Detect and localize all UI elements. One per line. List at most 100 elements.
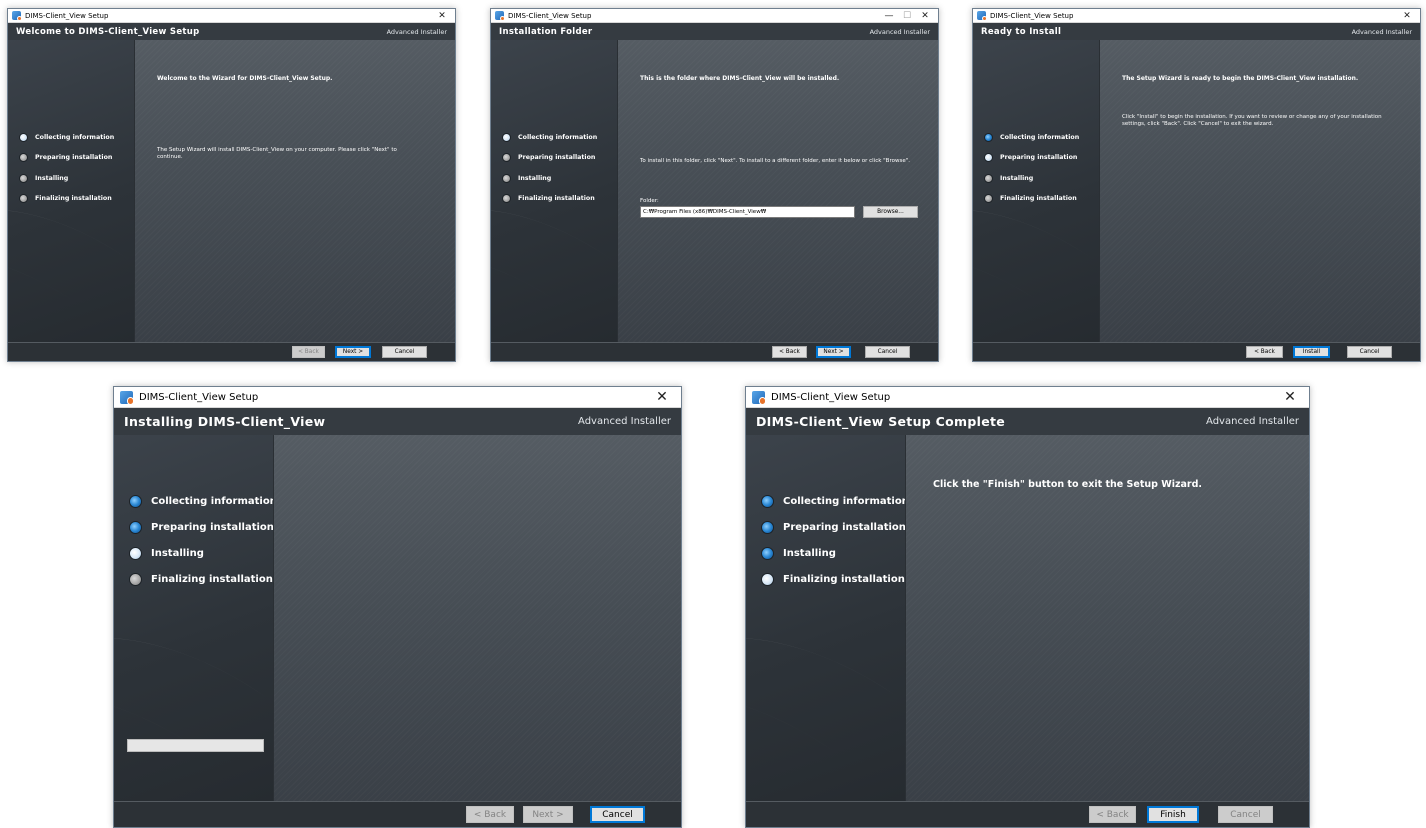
setup-window-ready-to-install: DIMS-Client_View Setup ✕ Ready to Instal… [972, 8, 1421, 362]
step-installing: Installing [8, 168, 134, 189]
step-status-icon [502, 153, 511, 163]
close-icon[interactable]: ✕ [1398, 11, 1416, 21]
title-bar[interactable]: DIMS-Client_View Setup ✕ [8, 9, 455, 23]
brand-label: Advanced Installer [578, 416, 671, 427]
button-bar: < Back Next > Cancel [491, 342, 938, 361]
ready-description: Click "Install" to begin the installatio… [1122, 114, 1382, 127]
cancel-button[interactable]: Cancel [1347, 346, 1392, 358]
step-collecting-information: Collecting information [8, 127, 134, 148]
title-bar[interactable]: DIMS-Client_View Setup — ☐ ✕ [491, 9, 938, 23]
step-status-icon [19, 173, 28, 183]
next-button[interactable]: Next > [816, 346, 851, 358]
wizard-content: This is the folder where DIMS-Client_Vie… [617, 40, 938, 342]
wizard-header: Ready to Install Advanced Installer [973, 23, 1420, 40]
install-button[interactable]: Install [1293, 346, 1330, 358]
step-preparing-installation: Preparing installation [491, 148, 617, 169]
installer-app-icon [120, 390, 134, 405]
step-installing: Installing [746, 540, 905, 566]
setup-window-complete: DIMS-Client_View Setup ✕ DIMS-Client_Vie… [745, 386, 1310, 828]
cancel-button[interactable]: Cancel [1218, 806, 1273, 823]
installer-app-icon [12, 11, 22, 21]
button-bar: < Back Next > Cancel [8, 342, 455, 361]
minimize-icon[interactable]: — [880, 11, 898, 21]
step-status-icon [984, 153, 993, 163]
install-progress-bar [127, 739, 264, 752]
window-title: DIMS-Client_View Setup [25, 11, 109, 20]
step-preparing-installation: Preparing installation [746, 514, 905, 540]
page-title: Installing DIMS-Client_View [124, 414, 326, 429]
close-icon[interactable]: ✕ [433, 11, 451, 21]
next-button[interactable]: Next > [523, 806, 573, 823]
step-status-icon [19, 153, 28, 163]
close-icon[interactable]: ✕ [649, 389, 675, 405]
welcome-description: The Setup Wizard will install DIMS-Clien… [157, 147, 397, 160]
wizard-header: Installing DIMS-Client_View Advanced Ins… [114, 408, 681, 435]
wizard-content: Click the "Finish" button to exit the Se… [905, 435, 1309, 801]
setup-window-installing: DIMS-Client_View Setup ✕ Installing DIMS… [113, 386, 682, 828]
setup-window-welcome: DIMS-Client_View Setup ✕ Welcome to DIMS… [7, 8, 456, 362]
step-installing: Installing [973, 168, 1099, 189]
wizard-header: DIMS-Client_View Setup Complete Advanced… [746, 408, 1309, 435]
cancel-button[interactable]: Cancel [865, 346, 910, 358]
step-finalizing-installation: Finalizing installation [491, 189, 617, 210]
step-status-icon [129, 520, 142, 534]
cancel-button[interactable]: Cancel [382, 346, 427, 358]
step-status-icon [761, 546, 774, 560]
button-bar: < Back Install Cancel [973, 342, 1420, 361]
browse-button[interactable]: Browse... [863, 206, 918, 218]
brand-label: Advanced Installer [1351, 27, 1412, 36]
wizard-header: Installation Folder Advanced Installer [491, 23, 938, 40]
page-title: DIMS-Client_View Setup Complete [756, 414, 1006, 429]
folder-description: To install in this folder, click "Next".… [640, 158, 910, 164]
step-status-icon [502, 173, 511, 183]
title-bar[interactable]: DIMS-Client_View Setup ✕ [746, 387, 1309, 408]
cancel-button[interactable]: Cancel [590, 806, 645, 823]
brand-label: Advanced Installer [386, 27, 447, 36]
button-bar: < Back Finish Cancel [746, 801, 1309, 827]
step-installing: Installing [114, 540, 273, 566]
window-title: DIMS-Client_View Setup [508, 11, 592, 20]
step-collecting-information: Collecting information [746, 488, 905, 514]
window-title: DIMS-Client_View Setup [990, 11, 1074, 20]
back-button[interactable]: < Back [1246, 346, 1283, 358]
steps-sidebar: Collecting information Preparing install… [973, 40, 1099, 342]
maximize-icon: ☐ [902, 10, 912, 21]
page-title: Welcome to DIMS-Client_View Setup [16, 26, 200, 37]
step-status-icon [502, 194, 511, 204]
folder-path-input[interactable]: C:₩Program Files (x86)₩DIMS-Client_View₩ [640, 206, 855, 218]
finish-button[interactable]: Finish [1147, 806, 1199, 823]
wizard-content [273, 435, 681, 801]
wizard-content: Welcome to the Wizard for DIMS-Client_Vi… [134, 40, 455, 342]
back-button[interactable]: < Back [292, 346, 325, 358]
close-icon[interactable]: ✕ [1277, 389, 1303, 405]
page-title: Ready to Install [981, 26, 1062, 37]
next-button[interactable]: Next > [335, 346, 371, 358]
step-status-icon [761, 494, 774, 508]
step-finalizing-installation: Finalizing installation [114, 566, 273, 592]
back-button[interactable]: < Back [1089, 806, 1136, 823]
ready-heading: The Setup Wizard is ready to begin the D… [1122, 75, 1359, 82]
installer-app-icon [977, 11, 987, 21]
step-collecting-information: Collecting information [114, 488, 273, 514]
step-collecting-information: Collecting information [973, 127, 1099, 148]
step-status-icon [984, 194, 993, 204]
welcome-heading: Welcome to the Wizard for DIMS-Client_Vi… [157, 75, 333, 82]
step-status-icon [129, 494, 142, 508]
installer-app-icon [752, 390, 766, 405]
step-preparing-installation: Preparing installation [114, 514, 273, 540]
back-button[interactable]: < Back [466, 806, 514, 823]
step-status-icon [761, 572, 774, 586]
steps-sidebar: Collecting information Preparing install… [746, 435, 905, 801]
title-bar[interactable]: DIMS-Client_View Setup ✕ [114, 387, 681, 408]
back-button[interactable]: < Back [772, 346, 807, 358]
step-status-icon [761, 520, 774, 534]
page-title: Installation Folder [499, 26, 593, 37]
title-bar[interactable]: DIMS-Client_View Setup ✕ [973, 9, 1420, 23]
step-status-icon [502, 132, 511, 142]
wizard-header: Welcome to DIMS-Client_View Setup Advanc… [8, 23, 455, 40]
wizard-content: The Setup Wizard is ready to begin the D… [1099, 40, 1420, 342]
step-installing: Installing [491, 168, 617, 189]
step-finalizing-installation: Finalizing installation [8, 189, 134, 210]
folder-heading: This is the folder where DIMS-Client_Vie… [640, 75, 840, 82]
close-icon[interactable]: ✕ [916, 11, 934, 21]
